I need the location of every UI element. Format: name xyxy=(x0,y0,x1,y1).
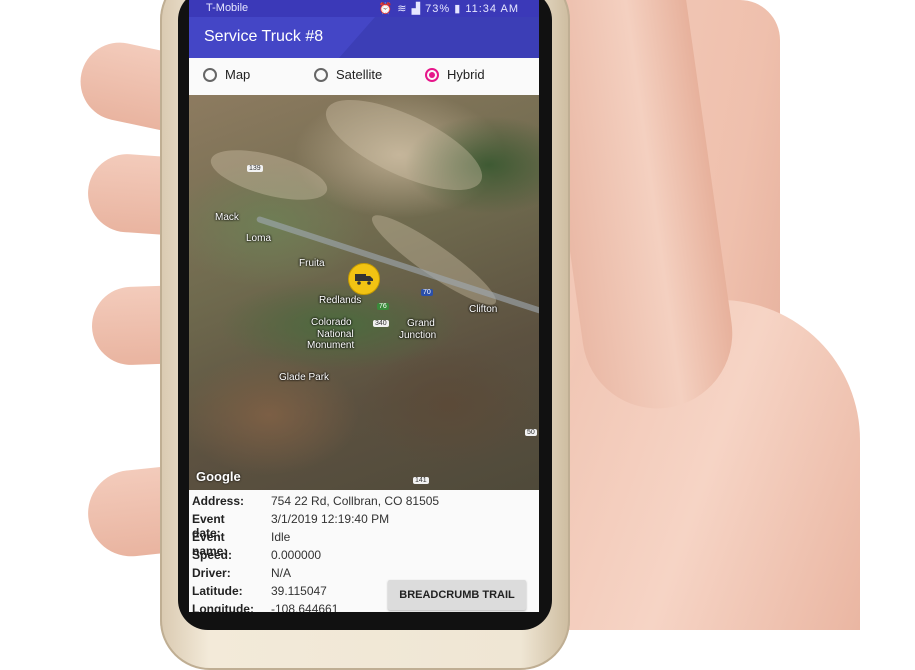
place-label: Glade Park xyxy=(279,372,330,383)
satellite-map[interactable]: Mack Loma Fruita Redlands Colorado Natio… xyxy=(189,95,539,490)
radio-circle xyxy=(425,67,439,82)
detail-label: Latitude: xyxy=(192,584,243,598)
detail-value: 39.115047 xyxy=(271,584,327,598)
radio-map-label: Map xyxy=(225,67,251,82)
battery-percent: 73% xyxy=(425,3,451,15)
place-label: Mack xyxy=(215,212,239,223)
place-label: National xyxy=(317,329,354,340)
page-title: Service Truck #8 xyxy=(204,28,324,45)
signal-icon: ▟ xyxy=(411,3,422,15)
breadcrumb-trail-button[interactable]: BREADCRUMB TRAIL xyxy=(388,580,526,610)
details-panel: Address: 754 22 Rd, Collbran, CO 81505 E… xyxy=(189,490,539,612)
detail-label: Address: xyxy=(192,494,245,508)
terrain-ridge xyxy=(314,95,494,209)
place-label: Redlands xyxy=(319,295,362,306)
status-icons: ⏰ ≋ ▟ 73% ▮ 11:34 AM xyxy=(379,2,519,15)
radio-circle xyxy=(314,67,328,82)
truck-marker[interactable] xyxy=(348,263,380,295)
google-logo: Google xyxy=(196,469,241,484)
place-label: Grand xyxy=(407,318,435,329)
phone-screen: T-Mobile ⏰ ≋ ▟ 73% ▮ 11:34 AM Service Tr… xyxy=(189,0,539,612)
battery-icon: ▮ xyxy=(454,3,462,15)
place-label: Colorado xyxy=(311,317,352,328)
route-shield: 139 xyxy=(247,165,263,172)
place-label: Junction xyxy=(399,330,437,341)
map-type-selector: Map Satellite Hybrid xyxy=(189,58,539,95)
detail-value: Idle xyxy=(271,530,291,544)
detail-value: -108.644661 xyxy=(271,602,339,612)
route-shield: 141 xyxy=(413,477,429,484)
route-shield: 70 xyxy=(421,289,433,296)
route-shield: 50 xyxy=(525,429,537,436)
app-bar: Service Truck #8 xyxy=(189,17,539,58)
radio-map[interactable]: Map xyxy=(203,67,250,82)
status-bar: T-Mobile ⏰ ≋ ▟ 73% ▮ 11:34 AM xyxy=(189,0,539,17)
clock: 11:34 AM xyxy=(465,3,519,15)
terrain-ridge xyxy=(205,140,333,210)
wifi-icon: ≋ xyxy=(397,3,408,15)
radio-hybrid[interactable]: Hybrid xyxy=(425,67,485,82)
app-bar-accent xyxy=(339,17,539,58)
radio-satellite-label: Satellite xyxy=(336,67,383,82)
place-label: Fruita xyxy=(299,258,325,269)
route-shield: 340 xyxy=(373,320,389,327)
alarm-icon: ⏰ xyxy=(378,3,394,15)
radio-hybrid-label: Hybrid xyxy=(447,67,485,82)
detail-label: Speed: xyxy=(192,548,233,562)
detail-value: 3/1/2019 12:19:40 PM xyxy=(271,512,390,526)
route-shield: 76 xyxy=(377,303,389,310)
detail-value: 0.000000 xyxy=(271,548,322,562)
place-label: Clifton xyxy=(469,304,498,315)
place-label: Loma xyxy=(246,233,272,244)
detail-label: Longitude: xyxy=(192,602,254,612)
carrier-label: T-Mobile xyxy=(206,2,249,14)
truck-icon xyxy=(355,274,373,285)
detail-value: N/A xyxy=(271,566,292,580)
detail-label: Driver: xyxy=(192,566,231,580)
detail-value: 754 22 Rd, Collbran, CO 81505 xyxy=(271,494,440,508)
place-label: Monument xyxy=(307,340,355,351)
radio-satellite[interactable]: Satellite xyxy=(314,67,382,82)
radio-circle xyxy=(203,67,217,82)
